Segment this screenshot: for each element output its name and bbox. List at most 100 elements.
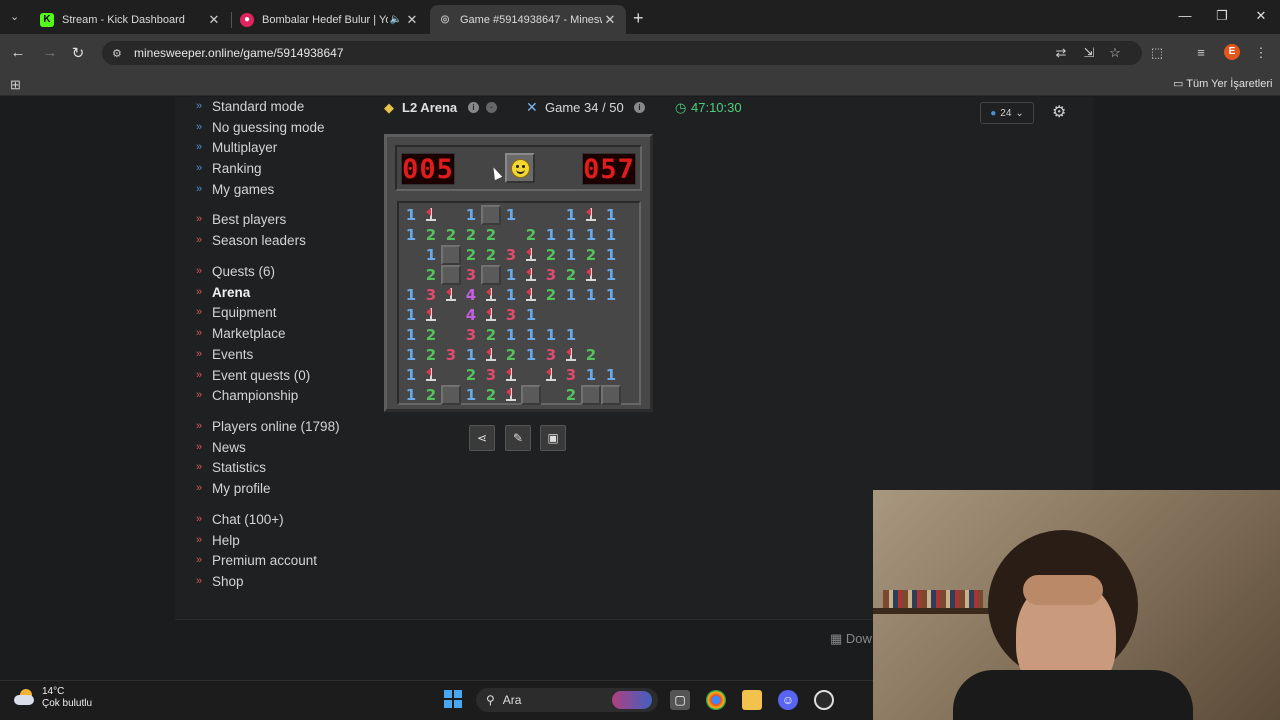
sidebar-item[interactable]: Players online (1798) bbox=[212, 419, 340, 434]
number-cell[interactable]: 1 bbox=[581, 285, 601, 305]
number-cell[interactable]: 1 bbox=[561, 285, 581, 305]
number-cell[interactable]: 3 bbox=[421, 285, 441, 305]
speaker-icon[interactable]: 🔈 bbox=[388, 14, 404, 25]
number-cell[interactable]: 2 bbox=[421, 265, 441, 285]
minimize-icon[interactable]: — bbox=[1175, 8, 1195, 23]
number-cell[interactable]: 2 bbox=[421, 225, 441, 245]
number-cell[interactable]: 1 bbox=[561, 325, 581, 345]
sidebar-item[interactable]: My profile bbox=[212, 481, 271, 496]
edit-button[interactable]: ✎ bbox=[505, 425, 531, 451]
number-cell[interactable]: 2 bbox=[421, 385, 441, 405]
hidden-cell[interactable] bbox=[441, 385, 461, 405]
sidebar-item[interactable]: My games bbox=[212, 182, 274, 197]
flag-icon[interactable] bbox=[521, 245, 541, 265]
star-icon[interactable]: ☆ bbox=[1106, 45, 1124, 61]
empty-cell[interactable] bbox=[541, 205, 561, 225]
mine-grid[interactable]: 1111112222211111223212123132113412111143… bbox=[397, 201, 641, 405]
flag-icon[interactable] bbox=[541, 365, 561, 385]
number-cell[interactable]: 1 bbox=[401, 205, 421, 225]
empty-cell[interactable] bbox=[581, 305, 601, 325]
number-cell[interactable]: 1 bbox=[561, 245, 581, 265]
address-bar[interactable]: ⚙ minesweeper.online/game/5914938647 bbox=[102, 41, 1142, 65]
number-cell[interactable]: 2 bbox=[461, 365, 481, 385]
hidden-cell[interactable] bbox=[441, 245, 461, 265]
sidebar-item[interactable]: Multiplayer bbox=[212, 140, 277, 155]
number-cell[interactable]: 1 bbox=[581, 225, 601, 245]
number-cell[interactable]: 3 bbox=[501, 305, 521, 325]
sidebar-item[interactable]: Premium account bbox=[212, 553, 317, 568]
number-cell[interactable]: 1 bbox=[601, 285, 621, 305]
number-cell[interactable]: 1 bbox=[501, 205, 521, 225]
number-cell[interactable]: 4 bbox=[461, 285, 481, 305]
number-cell[interactable]: 1 bbox=[521, 305, 541, 325]
number-cell[interactable]: 1 bbox=[601, 265, 621, 285]
sidebar-item[interactable]: News bbox=[212, 440, 246, 455]
number-cell[interactable]: 1 bbox=[401, 225, 421, 245]
sidebar-item[interactable]: Shop bbox=[212, 574, 244, 589]
number-cell[interactable]: 1 bbox=[401, 385, 421, 405]
number-cell[interactable]: 3 bbox=[441, 345, 461, 365]
sidebar-item[interactable]: Ranking bbox=[212, 161, 262, 176]
url-text[interactable]: minesweeper.online/game/5914938647 bbox=[134, 46, 344, 60]
empty-cell[interactable] bbox=[561, 305, 581, 325]
flag-icon[interactable] bbox=[521, 265, 541, 285]
site-info-icon[interactable]: ⚙ bbox=[112, 47, 126, 60]
number-cell[interactable]: 1 bbox=[581, 365, 601, 385]
number-cell[interactable]: 1 bbox=[501, 285, 521, 305]
empty-cell[interactable] bbox=[601, 345, 621, 365]
number-cell[interactable]: 3 bbox=[541, 345, 561, 365]
flag-icon[interactable] bbox=[481, 285, 501, 305]
flag-icon[interactable] bbox=[421, 305, 441, 325]
number-cell[interactable]: 1 bbox=[401, 325, 421, 345]
extensions-icon[interactable]: ⬚ bbox=[1148, 45, 1166, 61]
sidebar-item[interactable]: Best players bbox=[212, 212, 286, 227]
number-cell[interactable]: 1 bbox=[561, 225, 581, 245]
hidden-cell[interactable] bbox=[581, 385, 601, 405]
tab-youtube[interactable]: ● Bombalar Hedef Bulur | You 🔈 ✕ bbox=[232, 5, 428, 34]
number-cell[interactable]: 1 bbox=[541, 325, 561, 345]
number-cell[interactable]: 2 bbox=[541, 285, 561, 305]
empty-cell[interactable] bbox=[521, 205, 541, 225]
hidden-cell[interactable] bbox=[481, 265, 501, 285]
install-icon[interactable]: ⇲ bbox=[1080, 45, 1098, 61]
new-tab-icon[interactable]: + bbox=[633, 8, 644, 29]
hidden-cell[interactable] bbox=[481, 205, 501, 225]
number-cell[interactable]: 3 bbox=[541, 265, 561, 285]
share-button[interactable]: ⋖ bbox=[469, 425, 495, 451]
task-view-icon[interactable]: ▢ bbox=[670, 690, 690, 710]
weather-widget[interactable]: 14°C Çok bulutlu bbox=[14, 686, 92, 710]
sidebar-item[interactable]: Event quests (0) bbox=[212, 368, 310, 383]
info-icon[interactable]: i bbox=[468, 102, 479, 113]
tab-minesweeper[interactable]: ◎ Game #5914938647 - Minesw ✕ bbox=[430, 5, 626, 34]
close-icon[interactable]: ✕ bbox=[404, 12, 420, 28]
sidebar-item[interactable]: Quests (6) bbox=[212, 264, 275, 279]
download-link[interactable]: ▦ Dow bbox=[830, 631, 872, 647]
close-window-icon[interactable]: ✕ bbox=[1251, 8, 1271, 24]
sidebar-item[interactable]: No guessing mode bbox=[212, 120, 325, 135]
empty-cell[interactable] bbox=[541, 385, 561, 405]
windows-start-icon[interactable] bbox=[444, 690, 462, 708]
obs-icon[interactable] bbox=[814, 690, 834, 710]
sidebar-item[interactable]: Championship bbox=[212, 388, 298, 403]
number-cell[interactable]: 2 bbox=[481, 325, 501, 345]
screenshot-button[interactable]: ▣ bbox=[540, 425, 566, 451]
number-cell[interactable]: 1 bbox=[601, 225, 621, 245]
flag-icon[interactable] bbox=[581, 205, 601, 225]
hidden-cell[interactable] bbox=[521, 385, 541, 405]
settings-small-icon[interactable]: · bbox=[486, 102, 497, 113]
number-cell[interactable]: 1 bbox=[521, 325, 541, 345]
number-cell[interactable]: 2 bbox=[481, 225, 501, 245]
number-cell[interactable]: 3 bbox=[461, 265, 481, 285]
number-cell[interactable]: 1 bbox=[461, 345, 481, 365]
taskbar-search[interactable]: ⚲ Ara bbox=[476, 688, 658, 712]
number-cell[interactable]: 1 bbox=[601, 245, 621, 265]
sidebar-item[interactable]: Standard mode bbox=[212, 99, 304, 114]
sidebar-item[interactable]: Events bbox=[212, 347, 253, 362]
restore-icon[interactable]: ❐ bbox=[1212, 8, 1232, 24]
number-cell[interactable]: 2 bbox=[421, 325, 441, 345]
apps-grid-icon[interactable]: ⊞ bbox=[10, 77, 21, 93]
number-cell[interactable]: 1 bbox=[541, 225, 561, 245]
media-icon[interactable]: ≡ bbox=[1192, 45, 1210, 60]
back-icon[interactable]: ← bbox=[8, 44, 28, 61]
number-cell[interactable]: 1 bbox=[401, 365, 421, 385]
